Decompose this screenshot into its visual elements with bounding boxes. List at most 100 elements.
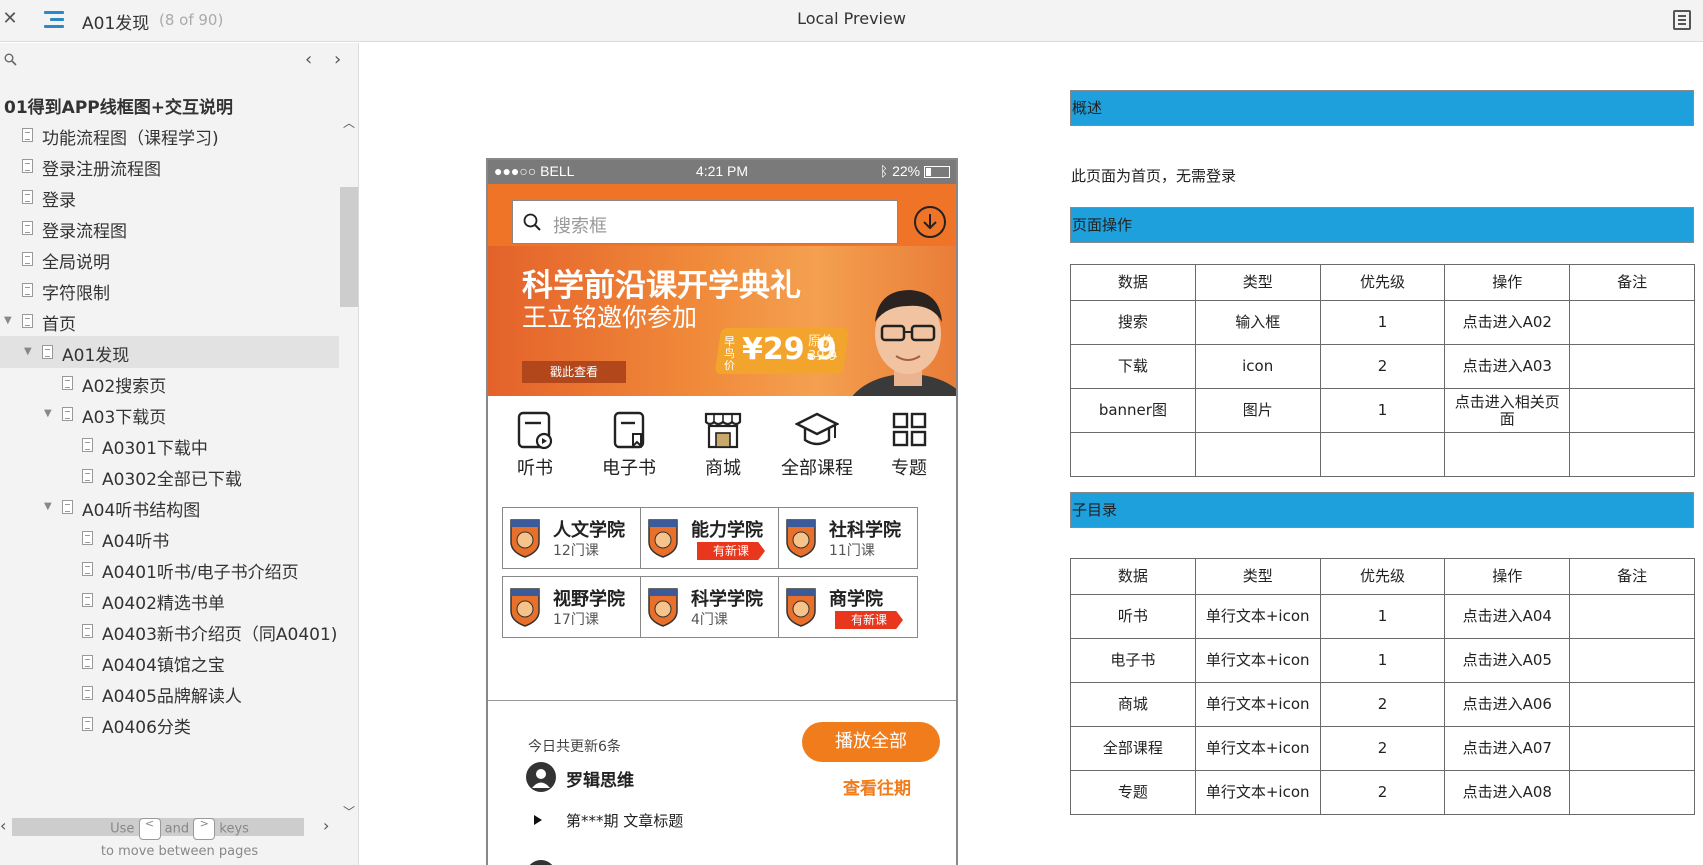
sidebar-item-label: A0403新书介绍页（同A0401)	[102, 625, 338, 645]
sidebar-item-label: A0302全部已下载	[102, 470, 242, 490]
sitemap-tree: 01得到APP线框图+交互说明 功能流程图（课程学习) 登录注册流程图 登录 登录流程…	[0, 88, 339, 817]
search-input[interactable]: 搜索框	[512, 200, 898, 244]
status-bar: ●●●○○ BELL 4:21 PM ᛒ 22%	[488, 160, 956, 184]
college-card[interactable]: 视野学院 17门课	[502, 576, 642, 638]
table-cell	[1569, 344, 1695, 389]
battery-status: ᛒ 22%	[880, 163, 950, 179]
table-row: banner图 图片 1 点击进入相关页面	[1070, 388, 1695, 433]
early-bird-label: 早鸟价	[724, 335, 735, 372]
table-cell: 点击进入A02	[1444, 300, 1571, 345]
scrollbar-thumb[interactable]	[340, 187, 358, 307]
vertical-scrollbar[interactable]: ︿ ﹀	[339, 116, 359, 819]
close-icon[interactable]: ✕	[2, 8, 18, 29]
sidebar-item[interactable]: 字符限制	[0, 274, 339, 306]
sidebar-item[interactable]: 登录注册流程图	[0, 150, 339, 182]
sidebar-item[interactable]: A0301下载中	[0, 429, 339, 461]
next-key-icon: >	[193, 818, 216, 840]
table-header-cell: 操作	[1444, 264, 1571, 301]
sitemap-sidebar: ‹ › 01得到APP线框图+交互说明 功能流程图（课程学习) 登录注册流程图 登录…	[0, 43, 359, 865]
page-icon	[22, 128, 33, 142]
sidebar-item[interactable]: 全局说明	[0, 243, 339, 275]
expand-toggle-icon[interactable]: ▼	[44, 501, 52, 512]
view-history-link[interactable]: 查看往期	[843, 774, 911, 799]
page-icon	[82, 686, 93, 700]
page-icon	[22, 283, 33, 297]
ebook-icon	[613, 411, 645, 449]
sidebar-item[interactable]: A0302全部已下载	[0, 460, 339, 492]
sidebar-item-label: 登录注册流程图	[42, 160, 161, 180]
page-icon	[82, 469, 93, 483]
nav-ebook-label: 电子书	[602, 458, 656, 479]
banner-subline: 王立铭邀你参加	[522, 303, 698, 332]
sidebar-item-label: 功能流程图（课程学习)	[42, 129, 219, 149]
search-icon[interactable]	[4, 53, 17, 70]
page-icon	[22, 159, 33, 173]
page-icon	[42, 345, 53, 359]
nav-audiobook[interactable]: 听书	[490, 410, 580, 480]
banner-view-button[interactable]: 戳此查看	[522, 361, 626, 383]
sidebar-item[interactable]: A02搜索页	[0, 367, 339, 399]
previous-page-icon[interactable]: ‹	[305, 49, 312, 70]
sidebar-item-label: A04听书	[102, 532, 170, 552]
sidebar-item[interactable]: A0405品牌解读人	[0, 677, 339, 709]
sitemap-root[interactable]: 01得到APP线框图+交互说明	[0, 88, 339, 120]
sidebar-item[interactable]: 登录	[0, 181, 339, 213]
author-name: 罗辑思维	[566, 771, 634, 791]
expand-toggle-icon[interactable]: ▼	[24, 346, 32, 357]
table-cell	[1444, 432, 1571, 477]
notes-panel-icon[interactable]	[1673, 10, 1691, 30]
hamburger-menu-icon[interactable]	[44, 11, 66, 29]
sidebar-item[interactable]: ▼ 首页	[0, 305, 339, 337]
table-cell: 1	[1319, 594, 1446, 639]
sidebar-item[interactable]: A0402精选书单	[0, 584, 339, 616]
sidebar-item-label: 首页	[42, 315, 76, 335]
nav-audiobook-label: 听书	[517, 458, 553, 479]
new-course-badge: 有新课	[697, 542, 765, 560]
college-card[interactable]: 商学院 有新课	[778, 576, 918, 638]
help-use: Use	[110, 821, 135, 837]
nav-store[interactable]: 商城	[678, 410, 768, 480]
play-all-button[interactable]: 播放全部	[802, 722, 940, 762]
table-cell: 2	[1319, 770, 1446, 815]
sidebar-item-label: A0402精选书单	[102, 594, 225, 614]
table-cell: 下载	[1070, 344, 1196, 389]
nav-ebook[interactable]: 电子书	[584, 410, 674, 480]
next-page-icon[interactable]: ›	[334, 49, 341, 70]
expand-toggle-icon[interactable]: ▼	[44, 408, 52, 419]
table-cell: 商城	[1070, 682, 1196, 727]
table-header-cell: 类型	[1194, 558, 1321, 595]
search-icon	[523, 213, 541, 231]
sidebar-item[interactable]: ▼ A01发现	[0, 336, 339, 368]
banner-image[interactable]: 科学前沿课开学典礼 王立铭邀你参加 戳此查看 早鸟价 ¥29.9 原价 39.9	[488, 246, 956, 396]
college-card[interactable]: 能力学院 有新课	[640, 507, 780, 569]
article-title[interactable]: 第***期 文章标题	[566, 810, 683, 831]
college-name: 社科学院	[829, 520, 901, 541]
college-card[interactable]: 社科学院 11门课	[778, 507, 918, 569]
table-cell	[1569, 638, 1695, 683]
page-operations-header: 页面操作	[1070, 207, 1694, 243]
table-cell: 全部课程	[1070, 726, 1196, 771]
sidebar-item[interactable]: ▼ A03下载页	[0, 398, 339, 430]
college-card[interactable]: 科学学院 4门课	[640, 576, 780, 638]
nav-all-courses[interactable]: 全部课程	[772, 410, 862, 480]
scroll-up-icon[interactable]: ︿	[343, 114, 355, 131]
sidebar-item[interactable]: A0403新书介绍页（同A0401)	[0, 615, 339, 647]
table-header-cell: 类型	[1194, 264, 1321, 301]
download-icon[interactable]	[914, 206, 946, 238]
college-course-count: 11门课	[829, 543, 875, 559]
page-icon	[62, 500, 73, 514]
preview-title: Local Preview	[797, 9, 906, 28]
nav-topics[interactable]: 专题	[864, 410, 954, 480]
college-shield-icon	[648, 519, 678, 558]
sidebar-item[interactable]: 登录流程图	[0, 212, 339, 244]
table-cell: 2	[1319, 726, 1446, 771]
college-card[interactable]: 人文学院 12门课	[502, 507, 642, 569]
expand-toggle-icon[interactable]: ▼	[4, 315, 12, 326]
sidebar-item[interactable]: A0406分类	[0, 708, 339, 740]
sidebar-item[interactable]: A0401听书/电子书介绍页	[0, 553, 339, 585]
sidebar-item[interactable]: A04听书	[0, 522, 339, 554]
sidebar-item[interactable]: A0404镇馆之宝	[0, 646, 339, 678]
play-icon[interactable]	[534, 815, 542, 825]
sidebar-item[interactable]: ▼ A04听书结构图	[0, 491, 339, 523]
sidebar-item[interactable]: 功能流程图（课程学习)	[0, 119, 339, 151]
